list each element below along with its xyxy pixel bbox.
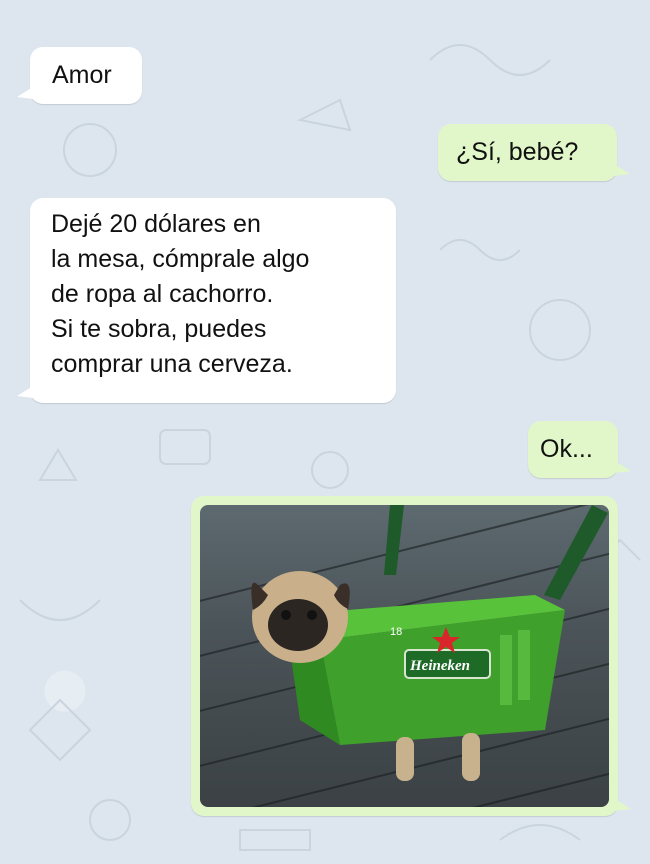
photo-illustration: Heineken 18 [251, 505, 608, 781]
message-text: ¿Sí, bebé? [456, 138, 579, 166]
image-message-bubble[interactable]: Heineken 18 [191, 496, 631, 816]
message-bubble-outgoing[interactable]: ¿Sí, bebé? [438, 124, 630, 181]
message-bubble-incoming[interactable]: Dejé 20 dólares en la mesa, cómprale alg… [17, 198, 396, 403]
pug-in-beer-box-image[interactable]: Heineken 18 [200, 505, 609, 807]
message-text: Ok... [540, 435, 593, 463]
message-text: Dejé 20 dólares en la mesa, cómprale alg… [51, 210, 310, 378]
message-bubble-outgoing[interactable]: Ok... [528, 421, 631, 478]
message-text: Amor [52, 61, 112, 89]
brand-text: Heineken [409, 658, 470, 674]
box-count-text: 18 [390, 626, 402, 638]
message-bubble-incoming[interactable]: Amor [17, 47, 142, 104]
